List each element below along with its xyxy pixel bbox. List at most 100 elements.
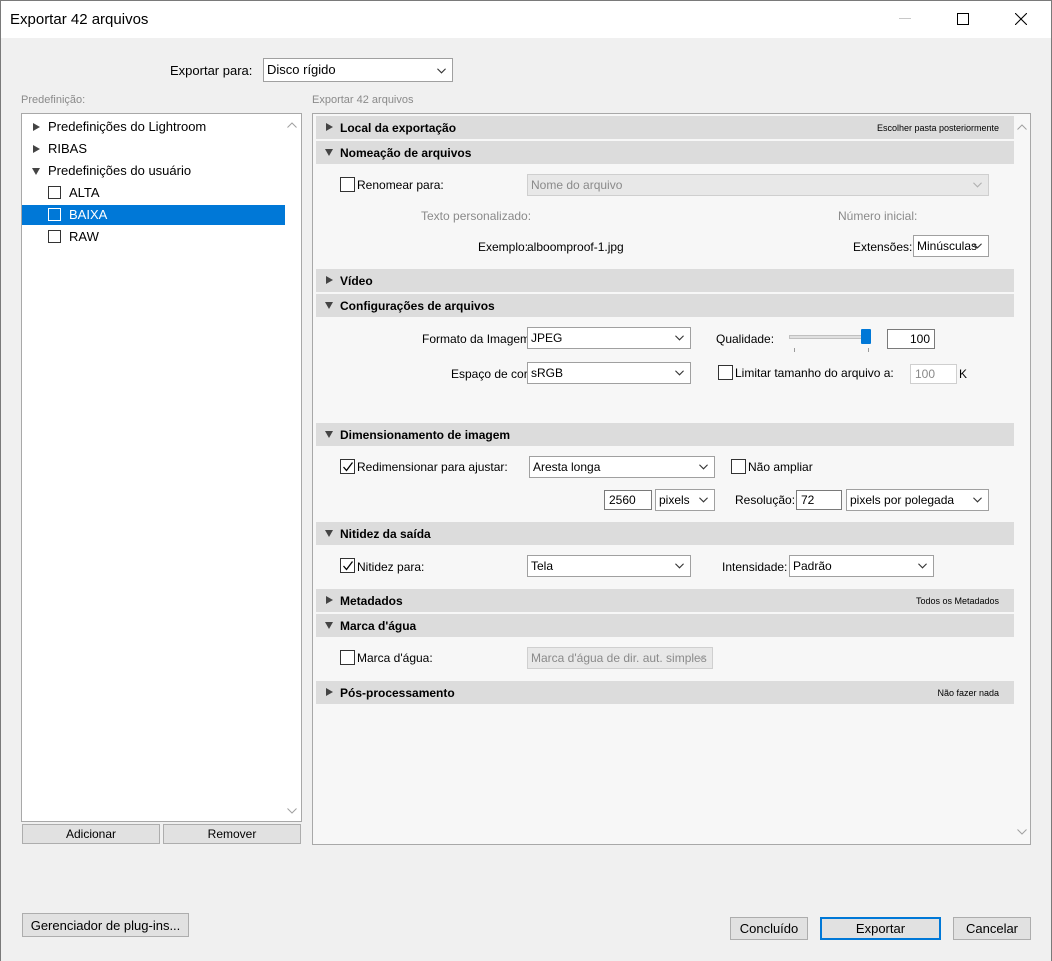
section-output-sharpening[interactable]: Nitidez da saída xyxy=(316,522,1014,545)
section-summary: Todos os Metadados xyxy=(915,596,999,606)
section-export-location[interactable]: Local da exportação Escolher pasta poste… xyxy=(316,116,1014,139)
watermark-dropdown[interactable]: Marca d'água de dir. aut. simples xyxy=(527,647,713,669)
tree-item-label: BAIXA xyxy=(69,207,108,222)
no-enlarge-label: Não ampliar xyxy=(748,460,813,474)
section-title: Nitidez da saída xyxy=(340,527,431,541)
chevron-down-icon xyxy=(973,182,982,188)
section-image-sizing[interactable]: Dimensionamento de imagem xyxy=(316,423,1014,446)
export-to-dropdown[interactable]: Disco rígido xyxy=(263,58,453,82)
checkmark-icon xyxy=(343,462,354,472)
tree-item-baixa[interactable]: BAIXA xyxy=(22,205,285,225)
section-title: Marca d'água xyxy=(340,619,417,633)
remove-preset-button[interactable]: Remover xyxy=(163,824,301,844)
preset-checkbox[interactable] xyxy=(48,230,61,243)
chevron-down-icon xyxy=(973,243,982,249)
amount-dropdown[interactable]: Padrão xyxy=(789,555,934,577)
export-to-value: Disco rígido xyxy=(267,62,336,77)
section-title: Nomeação de arquivos xyxy=(340,146,472,160)
scroll-up-icon[interactable] xyxy=(287,121,297,129)
section-metadata[interactable]: Metadados Todos os Metadados xyxy=(316,589,1014,612)
limit-size-input[interactable]: 100 xyxy=(910,364,957,384)
tree-item-raw[interactable]: RAW xyxy=(22,227,285,247)
chevron-down-icon xyxy=(437,68,446,74)
presets-tree: Predefinições do Lightroom RIBAS Predefi… xyxy=(21,113,302,822)
expand-arrow-icon[interactable] xyxy=(326,276,333,284)
size-unit-value: pixels xyxy=(659,493,690,507)
minimize-icon xyxy=(899,18,911,19)
no-enlarge-checkbox[interactable] xyxy=(731,459,746,474)
extensions-value: Minúsculas xyxy=(917,239,978,253)
sharpen-for-value: Tela xyxy=(531,559,554,573)
section-watermark[interactable]: Marca d'água xyxy=(316,614,1014,637)
resize-checkbox[interactable] xyxy=(340,459,355,474)
tree-item-lightroom-presets[interactable]: Predefinições do Lightroom xyxy=(22,117,285,137)
collapse-arrow-icon[interactable] xyxy=(325,431,333,438)
expand-arrow-icon[interactable] xyxy=(33,123,40,131)
expand-arrow-icon[interactable] xyxy=(326,123,333,131)
rename-checkbox[interactable] xyxy=(340,177,355,192)
tree-item-ribas[interactable]: RIBAS xyxy=(22,139,285,159)
close-icon xyxy=(1015,13,1027,25)
resolution-label: Resolução: xyxy=(735,493,796,507)
section-post-processing[interactable]: Pós-processamento Não fazer nada xyxy=(316,681,1014,704)
quality-label: Qualidade: xyxy=(716,332,775,346)
tree-item-alta[interactable]: ALTA xyxy=(22,183,285,203)
expand-arrow-icon[interactable] xyxy=(326,596,333,604)
preset-checkbox[interactable] xyxy=(48,208,61,221)
collapse-arrow-icon[interactable] xyxy=(325,149,333,156)
maximize-button[interactable] xyxy=(934,0,992,38)
resize-mode-dropdown[interactable]: Aresta longa xyxy=(529,456,715,478)
checkmark-icon xyxy=(343,561,354,571)
custom-text-label: Texto personalizado: xyxy=(421,209,532,223)
resolution-unit-dropdown[interactable]: pixels por polegada xyxy=(846,489,989,511)
cancel-button[interactable]: Cancelar xyxy=(953,917,1031,940)
done-button[interactable]: Concluído xyxy=(730,917,808,940)
panel-header: Exportar 42 arquivos xyxy=(312,94,414,106)
resolution-unit-value: pixels por polegada xyxy=(850,493,955,507)
image-format-dropdown[interactable]: JPEG xyxy=(527,327,691,349)
scroll-up-icon[interactable] xyxy=(1017,123,1027,131)
sharpen-checkbox[interactable] xyxy=(340,558,355,573)
section-title: Local da exportação xyxy=(340,121,457,135)
add-preset-button[interactable]: Adicionar xyxy=(22,824,160,844)
quality-slider-thumb[interactable] xyxy=(861,329,871,344)
section-file-naming[interactable]: Nomeação de arquivos xyxy=(316,141,1014,164)
expand-arrow-icon[interactable] xyxy=(33,145,40,153)
chevron-down-icon xyxy=(675,335,684,341)
scroll-down-icon[interactable] xyxy=(287,807,297,815)
tree-item-label: RAW xyxy=(69,229,99,244)
sharpen-for-dropdown[interactable]: Tela xyxy=(527,555,691,577)
minimize-button[interactable] xyxy=(876,0,934,38)
plugin-manager-button[interactable]: Gerenciador de plug-ins... xyxy=(22,913,189,937)
size-input[interactable]: 2560 xyxy=(604,490,652,510)
start-number-label: Número inicial: xyxy=(838,209,918,223)
close-button[interactable] xyxy=(992,0,1050,38)
resolution-input[interactable]: 72 xyxy=(796,490,842,510)
quality-slider-track[interactable] xyxy=(789,335,871,339)
section-video[interactable]: Vídeo xyxy=(316,269,1014,292)
chevron-down-icon xyxy=(699,497,708,503)
export-button[interactable]: Exportar xyxy=(820,917,941,940)
collapse-arrow-icon[interactable] xyxy=(32,168,40,175)
quality-input[interactable]: 100 xyxy=(887,329,935,349)
section-title: Dimensionamento de imagem xyxy=(340,428,511,442)
limit-size-checkbox[interactable] xyxy=(718,365,733,380)
size-unit-dropdown[interactable]: pixels xyxy=(655,489,715,511)
watermark-checkbox[interactable] xyxy=(340,650,355,665)
chevron-down-icon xyxy=(699,464,708,470)
rename-template-dropdown[interactable]: Nome do arquivo xyxy=(527,174,989,196)
tree-item-user-presets[interactable]: Predefinições do usuário xyxy=(22,161,285,181)
chevron-down-icon xyxy=(697,655,706,661)
collapse-arrow-icon[interactable] xyxy=(325,302,333,309)
scroll-down-icon[interactable] xyxy=(1017,828,1027,836)
extensions-label: Extensões: xyxy=(853,240,913,254)
extensions-dropdown[interactable]: Minúsculas xyxy=(913,235,989,257)
preset-checkbox[interactable] xyxy=(48,186,61,199)
collapse-arrow-icon[interactable] xyxy=(325,622,333,629)
watermark-label: Marca d'água: xyxy=(357,651,433,665)
collapse-arrow-icon[interactable] xyxy=(325,530,333,537)
color-space-dropdown[interactable]: sRGB xyxy=(527,362,691,384)
example-label: Exemplo: xyxy=(478,240,529,254)
expand-arrow-icon[interactable] xyxy=(326,688,333,696)
section-file-settings[interactable]: Configurações de arquivos xyxy=(316,294,1014,317)
